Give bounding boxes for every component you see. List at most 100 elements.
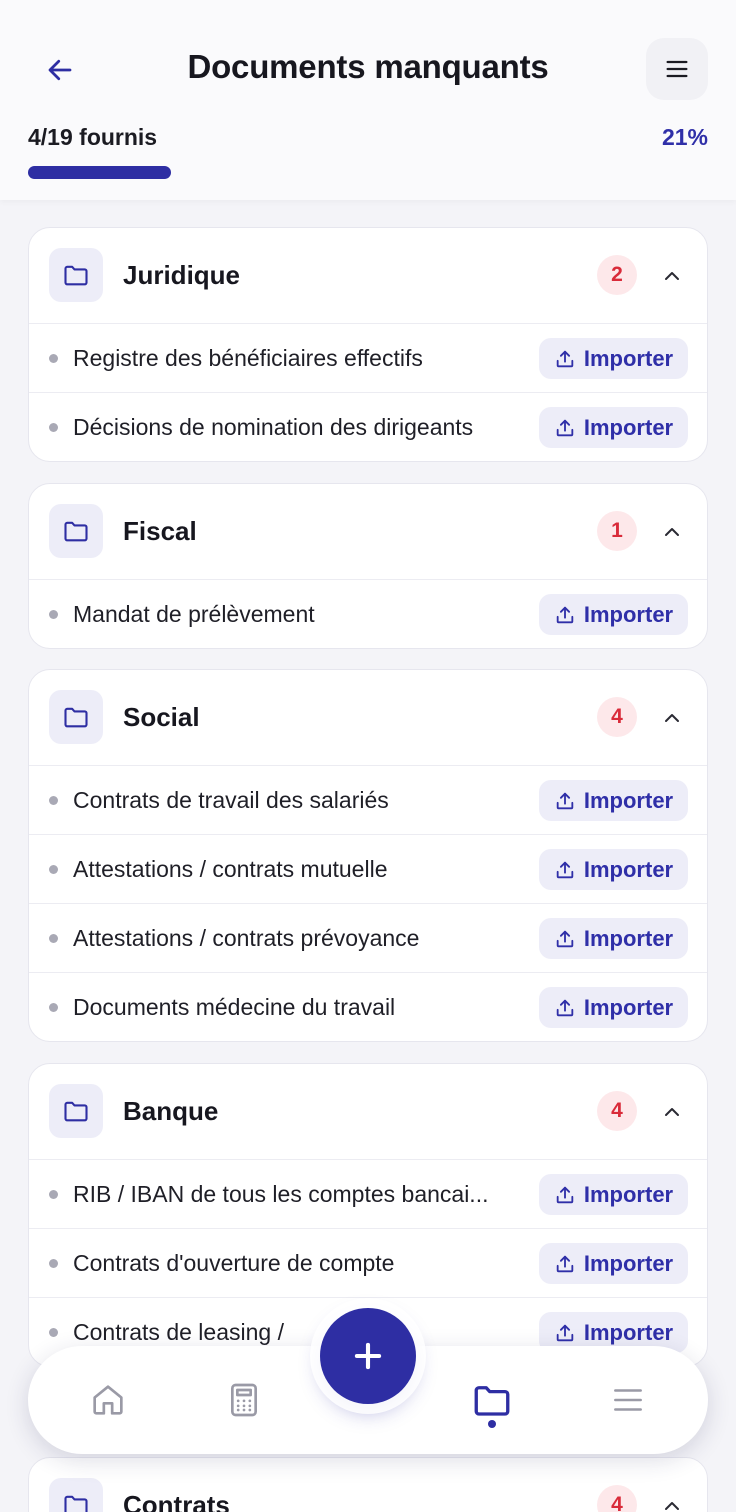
bullet-dot xyxy=(49,1190,58,1199)
progress-bar xyxy=(28,166,708,179)
missing-count-badge: 1 xyxy=(597,511,637,551)
section-social: Social 4 Contrats de travail des salarié… xyxy=(28,669,708,1042)
bullet-dot xyxy=(49,934,58,943)
import-button-label: Importer xyxy=(583,994,674,1020)
list-item: Documents médecine du travail Importer xyxy=(29,972,707,1041)
chevron-up-icon[interactable] xyxy=(657,703,687,733)
import-button-label: Importer xyxy=(583,787,674,813)
document-label: Documents médecine du travail xyxy=(73,994,396,1020)
missing-count-badge: 4 xyxy=(597,1091,637,1131)
list-item: Contrats d'ouverture de compte Importer xyxy=(29,1228,707,1297)
import-button-label: Importer xyxy=(583,1181,674,1207)
missing-count-badge: 2 xyxy=(597,255,637,295)
progress-bar-fill xyxy=(28,166,171,179)
bullet-dot xyxy=(49,1328,58,1337)
section-header[interactable]: Juridique 2 xyxy=(29,228,707,323)
import-button[interactable]: Importer xyxy=(539,338,688,379)
upload-icon xyxy=(556,861,574,878)
folder-icon xyxy=(49,504,103,558)
folder-icon xyxy=(49,248,103,302)
import-button[interactable]: Importer xyxy=(539,918,688,959)
add-button[interactable] xyxy=(320,1308,416,1404)
document-label: Contrats d'ouverture de compte xyxy=(73,1250,395,1276)
nav-calculator[interactable] xyxy=(212,1368,276,1432)
progress-label: 4/19 fournis xyxy=(28,124,158,150)
bullet-dot xyxy=(49,1259,58,1268)
document-label: Contrats de leasing / xyxy=(73,1319,284,1345)
document-label: Registre des bénéficiaires effectifs xyxy=(73,345,423,371)
missing-count-badge: 4 xyxy=(597,697,637,737)
import-button[interactable]: Importer xyxy=(539,849,688,890)
bullet-dot xyxy=(49,865,58,874)
document-label: Contrats de travail des salariés xyxy=(73,787,389,813)
section-header[interactable]: Banque 4 xyxy=(29,1064,707,1159)
chevron-up-icon[interactable] xyxy=(657,1491,687,1512)
document-label: Mandat de prélèvement xyxy=(73,601,315,627)
chevron-up-icon[interactable] xyxy=(657,517,687,547)
import-button-label: Importer xyxy=(583,345,674,371)
upload-icon xyxy=(556,1324,574,1341)
active-indicator xyxy=(488,1420,496,1428)
section-header[interactable]: Contrats 4 xyxy=(29,1458,707,1512)
upload-icon xyxy=(556,350,574,367)
bullet-dot xyxy=(49,423,58,432)
chevron-up-icon[interactable] xyxy=(657,1097,687,1127)
folder-icon xyxy=(474,1386,510,1416)
document-label: Attestations / contrats prévoyance xyxy=(73,925,420,951)
folder-icon xyxy=(49,1084,103,1138)
list-item: RIB / IBAN de tous les comptes bancai...… xyxy=(29,1159,707,1228)
nav-menu[interactable] xyxy=(596,1368,660,1432)
chevron-up-icon[interactable] xyxy=(657,261,687,291)
calculator-icon xyxy=(231,1383,257,1417)
import-button-label: Importer xyxy=(583,1319,674,1345)
list-item: Mandat de prélèvement Importer xyxy=(29,579,707,648)
list-item: Contrats de travail des salariés Importe… xyxy=(29,765,707,834)
import-button-label: Importer xyxy=(583,1250,674,1276)
list-item: Attestations / contrats mutuelle Importe… xyxy=(29,834,707,903)
section-title: Social xyxy=(123,702,200,732)
nav-home[interactable] xyxy=(76,1368,140,1432)
document-label: Attestations / contrats mutuelle xyxy=(73,856,388,882)
import-button[interactable]: Importer xyxy=(539,1243,688,1284)
upload-icon xyxy=(556,930,574,947)
import-button[interactable]: Importer xyxy=(539,594,688,635)
folder-icon xyxy=(49,1478,103,1512)
menu-button[interactable] xyxy=(646,38,708,100)
upload-icon xyxy=(556,419,574,436)
import-button[interactable]: Importer xyxy=(539,780,688,821)
upload-icon xyxy=(556,1255,574,1272)
folder-icon xyxy=(49,690,103,744)
upload-icon xyxy=(556,606,574,623)
plus-icon xyxy=(354,1342,382,1370)
import-button-label: Importer xyxy=(583,925,674,951)
section-juridique: Juridique 2 Registre des bénéficiaires e… xyxy=(28,227,708,462)
import-button-label: Importer xyxy=(583,414,674,440)
import-button-label: Importer xyxy=(583,856,674,882)
document-label: Décisions de nomination des dirigeants xyxy=(73,414,474,440)
upload-icon xyxy=(556,999,574,1016)
upload-icon xyxy=(556,792,574,809)
page-title: Documents manquants xyxy=(187,48,549,85)
section-contrats: Contrats 4 xyxy=(28,1457,708,1512)
list-item: Attestations / contrats prévoyance Impor… xyxy=(29,903,707,972)
import-button[interactable]: Importer xyxy=(539,1174,688,1215)
document-label: RIB / IBAN de tous les comptes bancai... xyxy=(73,1181,489,1207)
section-title: Juridique xyxy=(123,260,241,290)
import-button-label: Importer xyxy=(583,601,674,627)
section-header[interactable]: Fiscal 1 xyxy=(29,484,707,579)
section-title: Contrats xyxy=(123,1490,230,1512)
section-title: Banque xyxy=(123,1096,219,1126)
bullet-dot xyxy=(49,610,58,619)
missing-count-badge: 4 xyxy=(597,1485,637,1512)
upload-icon xyxy=(556,1186,574,1203)
list-item: Registre des bénéficiaires effectifs Imp… xyxy=(29,323,707,392)
list-item: Décisions de nomination des dirigeants I… xyxy=(29,392,707,461)
import-button[interactable]: Importer xyxy=(539,407,688,448)
bullet-dot xyxy=(49,1003,58,1012)
bullet-dot xyxy=(49,354,58,363)
section-title: Fiscal xyxy=(123,516,197,546)
menu-icon xyxy=(614,1389,642,1411)
import-button[interactable]: Importer xyxy=(539,987,688,1028)
section-header[interactable]: Social 4 xyxy=(29,670,707,765)
section-fiscal: Fiscal 1 Mandat de prélèvement Importer xyxy=(28,483,708,649)
